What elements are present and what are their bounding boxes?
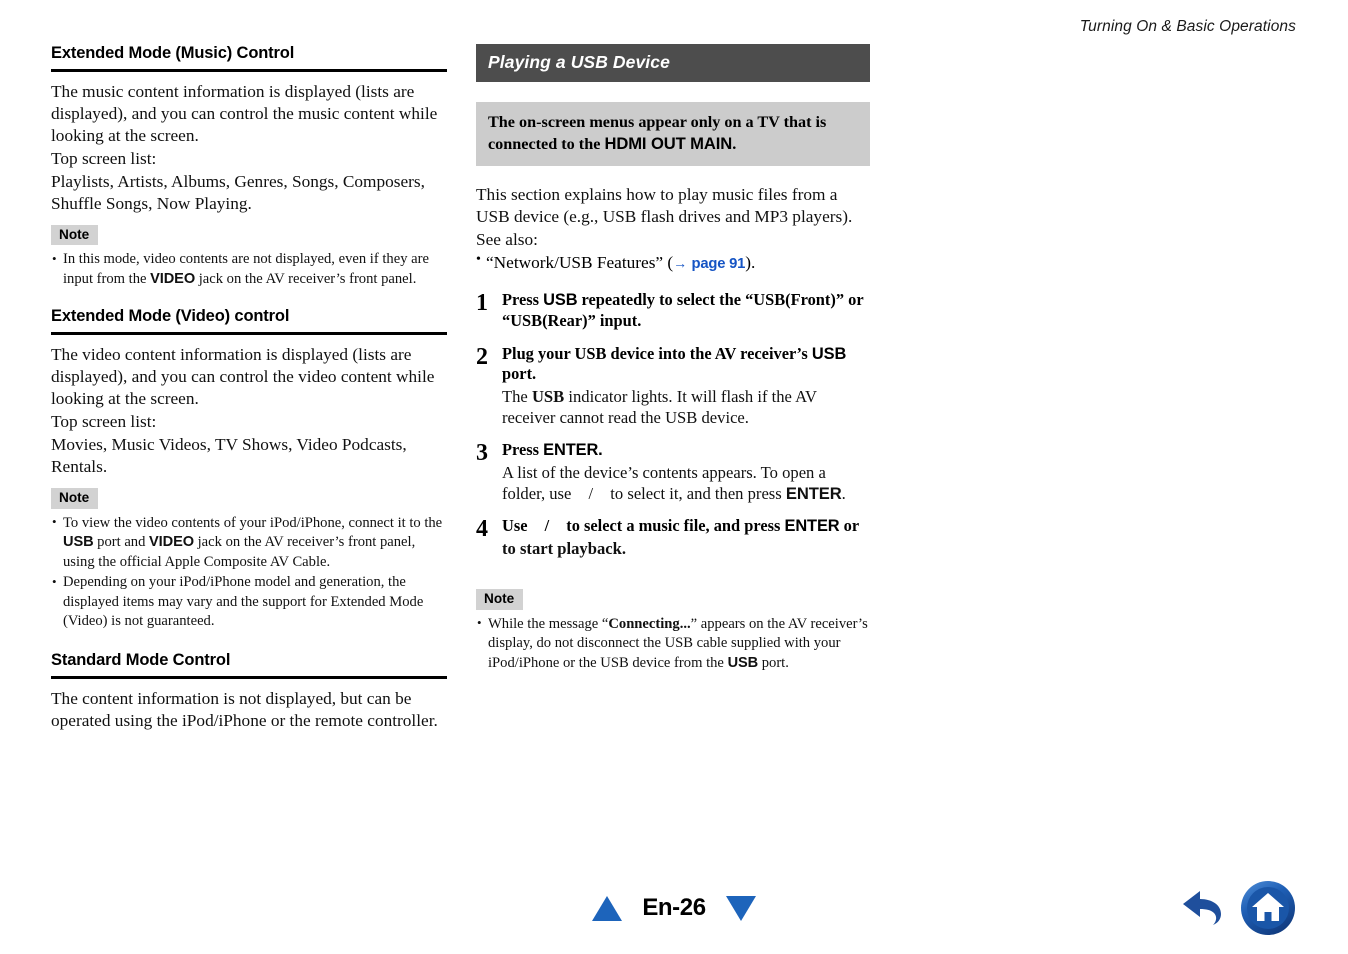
text-run: USB bbox=[543, 290, 578, 309]
body-paragraph: Top screen list: bbox=[51, 148, 157, 168]
text-run: to select a music file, and press bbox=[562, 516, 785, 536]
text-run: / bbox=[588, 484, 594, 504]
text-run: to start playback. bbox=[502, 539, 626, 559]
step-body: Use / to select a music file, and press … bbox=[502, 516, 870, 559]
text-run: ENTER bbox=[785, 484, 842, 504]
body-paragraph: Playlists, Artists, Albums, Genres, Song… bbox=[51, 171, 425, 213]
see-also-label: See also: bbox=[476, 230, 538, 250]
callout-text: . bbox=[732, 135, 737, 154]
text-run: The bbox=[502, 387, 532, 407]
triangle-down-icon[interactable] bbox=[725, 895, 756, 921]
text-run: Plug your USB device into the AV receive… bbox=[502, 343, 812, 363]
step-number: 4 bbox=[476, 516, 488, 543]
text-run: ENTER. bbox=[543, 441, 603, 460]
step-lead: Press USB repeatedly to select the “USB(… bbox=[502, 290, 870, 332]
note-text: port. bbox=[758, 654, 789, 671]
step-number: 2 bbox=[476, 343, 488, 370]
step-item: 4 Use / to select a music file, and pres… bbox=[476, 516, 870, 559]
text-run: Press bbox=[502, 440, 544, 460]
note-emphasis: Connecting... bbox=[608, 615, 691, 632]
step-number: 1 bbox=[476, 289, 488, 316]
step-body: Press USB repeatedly to select the “USB(… bbox=[502, 290, 870, 332]
see-also-list: “Network/USB Features” (→ page 91). bbox=[476, 251, 870, 274]
note-emphasis: VIDEO bbox=[149, 534, 194, 551]
text-run: Use bbox=[502, 516, 532, 536]
section-heading: Extended Mode (Music) Control bbox=[51, 44, 295, 62]
left-column: Extended Mode (Music) Control The music … bbox=[51, 44, 447, 733]
text-run: Press bbox=[502, 289, 544, 309]
callout-emphasis: HDMI OUT MAIN bbox=[604, 134, 733, 154]
see-also-prefix: “Network/USB Features” ( bbox=[486, 252, 674, 272]
home-icon[interactable] bbox=[1240, 880, 1296, 936]
note-list: While the message “Connecting...” appear… bbox=[476, 614, 870, 674]
step-detail: The USB indicator lights. It will flash … bbox=[502, 386, 870, 428]
step-body: Press ENTER. A list of the device’s cont… bbox=[502, 440, 870, 504]
body-paragraph: Top screen list: bbox=[51, 412, 157, 432]
note-badge: Note bbox=[51, 224, 99, 246]
note-badge: Note bbox=[476, 589, 524, 610]
note-item: While the message “Connecting...” appear… bbox=[476, 614, 870, 674]
note-text: jack on the AV receiver’s front panel. bbox=[195, 270, 417, 287]
step-item: 3 Press ENTER. A list of the device’s co… bbox=[476, 440, 870, 504]
note-list: In this mode, video contents are not dis… bbox=[51, 250, 447, 289]
step-lead: Press ENTER. bbox=[502, 440, 870, 461]
see-also-suffix: ). bbox=[745, 252, 756, 272]
note-emphasis: USB bbox=[727, 654, 759, 671]
note-emphasis: USB bbox=[63, 534, 94, 551]
step-item: 1 Press USB repeatedly to select the “US… bbox=[476, 290, 870, 332]
right-column: Playing a USB Device The on-screen menus… bbox=[476, 44, 870, 674]
note-list: To view the video contents of your iPod/… bbox=[51, 513, 447, 632]
body-paragraph: Movies, Music Videos, TV Shows, Video Po… bbox=[51, 435, 407, 477]
section-extended-mode-music: Extended Mode (Music) Control The music … bbox=[51, 44, 447, 289]
note-item: In this mode, video contents are not dis… bbox=[51, 250, 447, 289]
heading-rule bbox=[51, 675, 447, 679]
step-detail: to start playback. bbox=[502, 538, 870, 559]
intro-paragraph: This section explains how to play music … bbox=[476, 185, 853, 227]
step-list: 1 Press USB repeatedly to select the “US… bbox=[476, 290, 870, 559]
body-paragraph: The video content information is display… bbox=[51, 345, 435, 409]
running-header: Turning On & Basic Operations bbox=[1079, 18, 1296, 35]
step-item: 2 Plug your USB device into the AV recei… bbox=[476, 344, 870, 429]
note-text: To view the video contents of your iPod/… bbox=[63, 514, 443, 531]
text-run: ENTER bbox=[784, 517, 840, 536]
text-run: / bbox=[544, 516, 550, 536]
note-emphasis: VIDEO bbox=[150, 270, 196, 287]
page-number: En-26 bbox=[642, 894, 706, 921]
back-arrow-icon[interactable] bbox=[1180, 888, 1226, 928]
callout-box: The on-screen menus appear only on a TV … bbox=[476, 102, 870, 167]
note-item: To view the video contents of your iPod/… bbox=[51, 513, 447, 573]
step-body: Plug your USB device into the AV receive… bbox=[502, 344, 870, 429]
text-run: USB bbox=[531, 387, 565, 407]
note-text: While the message “ bbox=[488, 615, 609, 632]
section-standard-mode-control: Standard Mode Control The content inform… bbox=[51, 651, 447, 732]
step-lead: Use / to select a music file, and press … bbox=[502, 516, 870, 537]
section-heading: Standard Mode Control bbox=[51, 651, 231, 669]
footer-navigation: En-26 bbox=[0, 884, 1348, 932]
text-run: . bbox=[841, 484, 846, 504]
note-item: Depending on your iPod/iPhone model and … bbox=[51, 573, 447, 632]
arrow-right-icon: → bbox=[673, 254, 688, 271]
section-extended-mode-video: Extended Mode (Video) control The video … bbox=[51, 307, 447, 632]
heading-rule bbox=[51, 332, 447, 336]
section-heading: Extended Mode (Video) control bbox=[51, 307, 290, 326]
text-run: to select it, and then press bbox=[606, 484, 786, 504]
step-number: 3 bbox=[476, 440, 488, 467]
heading-rule bbox=[51, 68, 447, 72]
page-reference-link[interactable]: page 91 bbox=[692, 256, 746, 272]
step-lead: Plug your USB device into the AV receive… bbox=[502, 344, 870, 386]
text-run: USB bbox=[811, 344, 847, 363]
body-paragraph: The music content information is display… bbox=[51, 81, 438, 145]
footer-icon-group bbox=[1180, 880, 1296, 936]
triangle-up-icon[interactable] bbox=[592, 895, 623, 921]
see-also-item: “Network/USB Features” (→ page 91). bbox=[476, 251, 870, 274]
text-run: port. bbox=[502, 364, 537, 384]
body-paragraph: The content information is not displayed… bbox=[51, 688, 438, 730]
step-detail: A list of the device’s contents appears.… bbox=[502, 462, 870, 504]
section-title-bar: Playing a USB Device bbox=[476, 44, 870, 82]
note-badge: Note bbox=[51, 488, 99, 509]
text-run: or bbox=[839, 516, 860, 536]
note-text: port and bbox=[93, 534, 150, 551]
